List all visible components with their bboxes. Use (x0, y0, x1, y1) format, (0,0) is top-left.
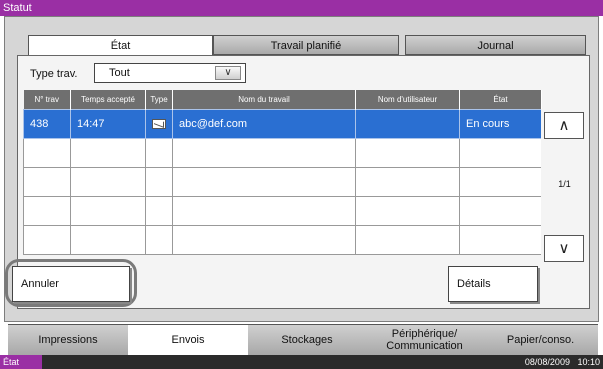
empty-cell (459, 224, 542, 255)
cancel-button[interactable]: Annuler (12, 266, 130, 302)
empty-cell (145, 137, 173, 168)
chevron-up-icon: ∧ (558, 117, 570, 134)
job-type-select[interactable]: Tout ∨ (94, 63, 246, 83)
job-name-cell: abc@def.com (172, 108, 356, 139)
column-header-user-name: Nom d'utilisateur (355, 90, 460, 109)
window-title: Statut (0, 0, 603, 16)
table-row[interactable]: 438 14:47 abc@def.com En cours (23, 108, 542, 139)
tab-stockages[interactable]: Stockages (248, 324, 366, 355)
empty-cell (355, 195, 460, 226)
scroll-down-button[interactable]: ∨ (544, 235, 584, 262)
empty-cell (23, 137, 71, 168)
empty-cell (355, 137, 460, 168)
empty-cell (145, 195, 173, 226)
empty-cell (70, 166, 146, 197)
email-icon (152, 118, 166, 129)
empty-cell (459, 137, 542, 168)
tab-etat[interactable]: État (28, 35, 213, 57)
tab-envois[interactable]: Envois (128, 324, 248, 355)
scroll-panel: ∧ 1/1 ∨ (541, 109, 588, 266)
empty-cell (172, 195, 356, 226)
empty-cell (70, 195, 146, 226)
status-bar: État 08/08/2009 10:10 (0, 355, 603, 369)
chevron-down-icon: ∨ (558, 240, 570, 257)
accepted-time-cell: 14:47 (70, 108, 146, 139)
empty-cell (70, 137, 146, 168)
empty-cell (23, 166, 71, 197)
job-table: N° trav Temps accepté Type Nom du travai… (23, 90, 542, 255)
time: 10:10 (577, 357, 600, 367)
scroll-up-button[interactable]: ∧ (544, 112, 584, 139)
type-cell (145, 108, 173, 139)
user-name-cell (355, 108, 460, 139)
table-header-row: N° trav Temps accepté Type Nom du travai… (23, 90, 542, 109)
column-header-job-number: N° trav (23, 90, 71, 109)
date-time: 08/08/2009 10:10 (525, 355, 600, 369)
status-label[interactable]: État (0, 355, 42, 369)
table-row[interactable] (23, 166, 542, 197)
empty-cell (459, 195, 542, 226)
job-type-value: Tout (109, 67, 130, 79)
empty-cell (145, 166, 173, 197)
empty-cell (145, 224, 173, 255)
status-cell: En cours (459, 108, 542, 139)
tab-journal[interactable]: Journal (405, 35, 586, 55)
empty-cell (70, 224, 146, 255)
empty-cell (172, 137, 356, 168)
empty-cell (459, 166, 542, 197)
table-row[interactable] (23, 195, 542, 226)
empty-cell (23, 224, 71, 255)
tab-peripherique-communication[interactable]: Périphérique/ Communication (366, 324, 483, 355)
date: 08/08/2009 (524, 357, 570, 367)
page-indicator: 1/1 (558, 179, 571, 189)
details-button[interactable]: Détails (448, 266, 538, 302)
empty-cell (355, 224, 460, 255)
empty-cell (355, 166, 460, 197)
tab-impressions[interactable]: Impressions (8, 324, 128, 355)
empty-cell (23, 195, 71, 226)
column-header-job-name: Nom du travail (172, 90, 356, 109)
chevron-down-icon[interactable]: ∨ (215, 66, 241, 80)
tab-papier-conso[interactable]: Papier/conso. (483, 324, 598, 355)
tab-travail-planifie[interactable]: Travail planifié (213, 35, 399, 55)
column-header-type: Type (145, 90, 173, 109)
column-header-status: État (459, 90, 542, 109)
column-header-accepted-time: Temps accepté (70, 90, 146, 109)
table-row[interactable] (23, 137, 542, 168)
empty-cell (172, 166, 356, 197)
table-row[interactable] (23, 224, 542, 255)
empty-cell (172, 224, 356, 255)
job-type-label: Type trav. (30, 68, 78, 80)
job-number-cell: 438 (23, 108, 71, 139)
